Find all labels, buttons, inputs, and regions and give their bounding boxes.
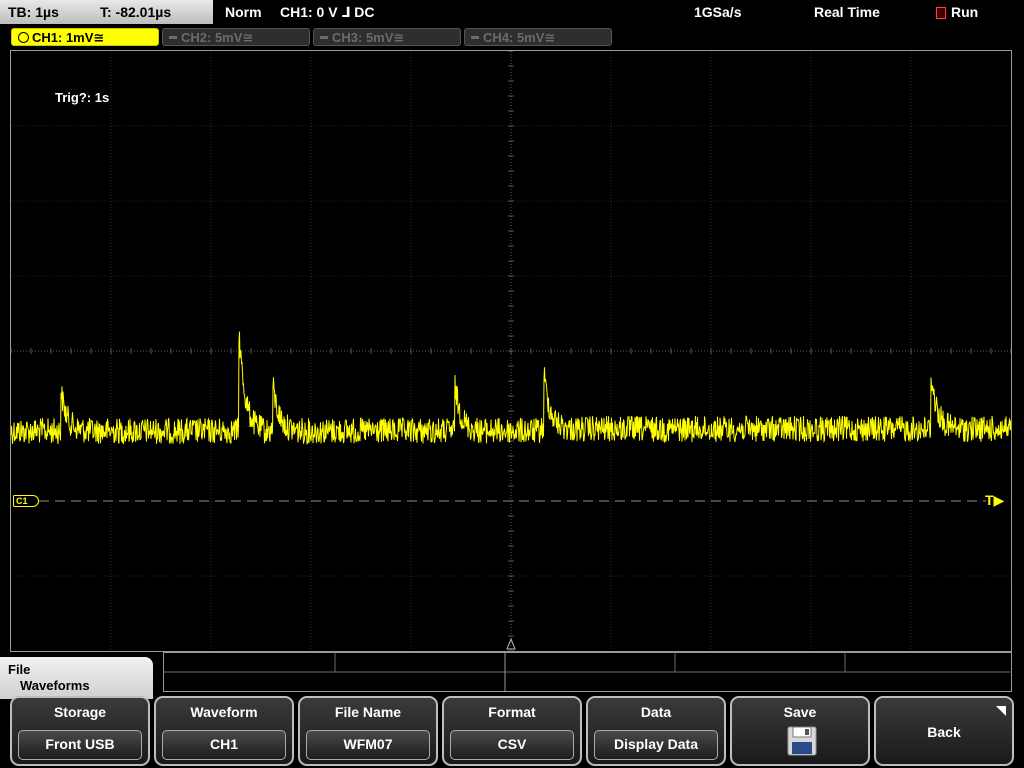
waveform-canvas	[11, 51, 1011, 651]
trigger-position-icon	[506, 637, 516, 650]
sample-rate: 1GSa/s	[694, 4, 742, 20]
data-label: Data	[640, 704, 672, 720]
channel-on-icon	[18, 32, 29, 43]
data-value[interactable]: Display Data	[594, 730, 718, 760]
tab-ch1-label: CH1: 1mV≅	[32, 30, 105, 45]
graticule	[11, 51, 1011, 651]
file-name-value[interactable]: WFM07	[306, 730, 430, 760]
timebase-box[interactable]: TB: 1µs T: -82.01µs	[0, 0, 213, 24]
format-label: Format	[488, 704, 536, 720]
channel-off-icon	[320, 36, 328, 39]
trigger-level-marker[interactable]: T▶	[985, 492, 1004, 509]
back-label: Back	[927, 724, 961, 740]
waveform-value[interactable]: CH1	[162, 730, 286, 760]
tab-ch1[interactable]: CH1: 1mV≅	[11, 28, 159, 46]
storage-label: Storage	[53, 704, 107, 720]
ch1-ground-marker[interactable]: C1	[13, 495, 39, 507]
channel-off-icon	[471, 36, 479, 39]
run-indicator-icon	[936, 7, 946, 19]
timebase-value: TB: 1µs	[8, 4, 59, 20]
tab-ch2-label: CH2: 5mV≅	[181, 30, 254, 45]
menu-path-line2: Waveforms	[20, 678, 90, 693]
info-strip	[163, 652, 1012, 692]
data-softkey[interactable]: Data Display Data	[586, 696, 726, 766]
corner-arrow-icon	[996, 706, 1006, 716]
waveform-label: Waveform	[190, 704, 258, 720]
run-state[interactable]: Run	[951, 4, 978, 20]
trigger-source[interactable]: CH1: 0 V ⅃ DC	[280, 4, 375, 21]
tab-ch3[interactable]: CH3: 5mV≅	[313, 28, 461, 46]
ch1-marker-label: C1	[16, 496, 28, 506]
waveform-display[interactable]	[10, 50, 1012, 652]
file-name-label: File Name	[334, 704, 402, 720]
status-bar: TB: 1µs T: -82.01µs Norm CH1: 0 V ⅃ DC 1…	[0, 0, 1024, 24]
tab-ch4[interactable]: CH4: 5mV≅	[464, 28, 612, 46]
tab-ch2[interactable]: CH2: 5mV≅	[162, 28, 310, 46]
channel-off-icon	[169, 36, 177, 39]
menu-path-line1: File	[8, 662, 31, 677]
format-softkey[interactable]: Format CSV	[442, 696, 582, 766]
trigger-info: Trig?: 1s	[55, 90, 110, 105]
menu-path: File Waveforms	[0, 657, 153, 699]
save-label: Save	[783, 704, 817, 720]
storage-softkey[interactable]: Storage Front USB	[10, 696, 150, 766]
trigger-mode[interactable]: Norm	[225, 4, 262, 20]
floppy-disk-icon	[787, 726, 817, 756]
file-name-softkey[interactable]: File Name WFM07	[298, 696, 438, 766]
storage-value[interactable]: Front USB	[18, 730, 142, 760]
tab-ch4-label: CH4: 5mV≅	[483, 30, 556, 45]
tab-ch3-label: CH3: 5mV≅	[332, 30, 405, 45]
trigger-time-value: T: -82.01µs	[100, 4, 172, 20]
format-value[interactable]: CSV	[450, 730, 574, 760]
acquisition-mode: Real Time	[814, 4, 880, 20]
save-button[interactable]: Save	[730, 696, 870, 766]
back-button[interactable]: Back	[874, 696, 1014, 766]
waveform-softkey[interactable]: Waveform CH1	[154, 696, 294, 766]
